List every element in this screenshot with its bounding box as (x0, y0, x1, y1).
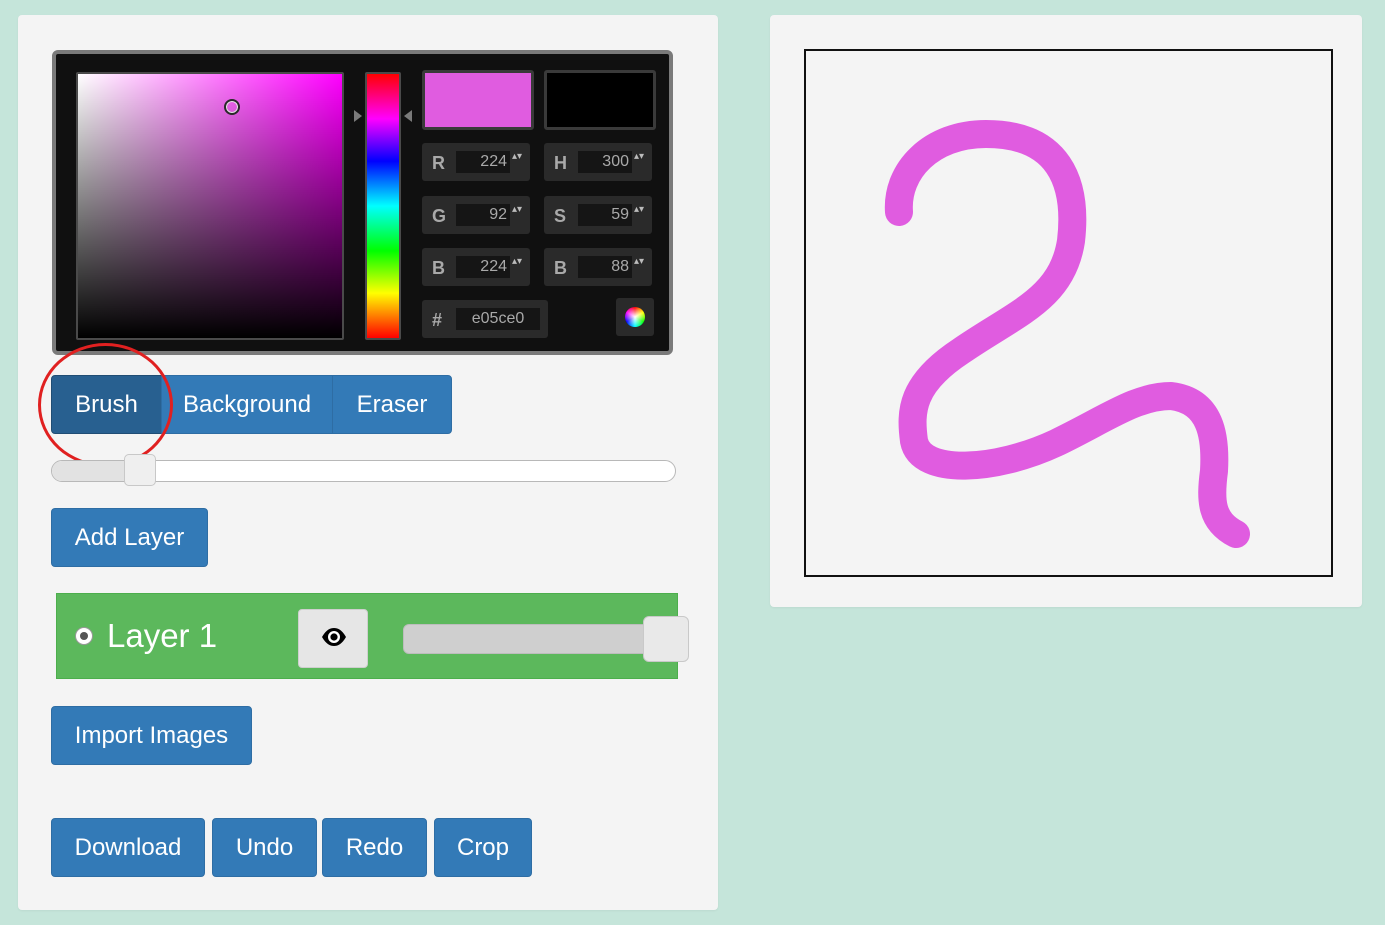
background-button[interactable]: Background (161, 375, 333, 434)
import-images-button[interactable]: Import Images (51, 706, 252, 765)
drawing-canvas[interactable] (804, 49, 1333, 577)
saturation-field: S 59 ▴▾ (544, 196, 652, 234)
color-wheel-button[interactable] (616, 298, 654, 336)
brush-stroke (884, 120, 1250, 548)
blue-field: B 224 ▴▾ (422, 248, 530, 286)
hue-spinner-icon[interactable]: ▴▾ (634, 151, 644, 162)
layer-name: Layer 1 (107, 617, 218, 654)
hue-slider[interactable] (365, 72, 401, 340)
eye-icon (322, 628, 346, 646)
brush-size-handle[interactable] (124, 454, 156, 486)
layer-opacity-handle[interactable] (643, 616, 689, 662)
crop-button[interactable]: Crop (434, 818, 532, 877)
green-input[interactable]: 92 (456, 204, 510, 226)
download-button[interactable]: Download (51, 818, 205, 877)
blue-label: B (432, 258, 445, 278)
brightness-field: B 88 ▴▾ (544, 248, 652, 286)
layer-visibility-button[interactable] (298, 609, 368, 668)
canvas-panel (770, 15, 1362, 607)
current-color-swatch[interactable] (544, 70, 656, 130)
brightness-input[interactable]: 88 (578, 256, 632, 278)
hex-field: # e05ce0 (422, 300, 548, 338)
saturation-spinner-icon[interactable]: ▴▾ (634, 204, 644, 215)
new-color-swatch (422, 70, 534, 130)
color-selector-cursor[interactable] (224, 99, 240, 115)
color-wheel-icon (625, 307, 645, 327)
red-input[interactable]: 224 (456, 151, 510, 173)
brush-button[interactable]: Brush (51, 375, 162, 434)
color-picker: R 224 ▴▾ G 92 ▴▾ B 224 ▴▾ H 300 ▴▾ S 59 … (52, 50, 673, 355)
saturation-input[interactable]: 59 (578, 204, 632, 226)
green-spinner-icon[interactable]: ▴▾ (512, 204, 522, 215)
radio-dot-icon (80, 632, 88, 640)
saturation-value-square[interactable] (76, 72, 344, 340)
undo-button[interactable]: Undo (212, 818, 317, 877)
red-label: R (432, 153, 445, 173)
blue-spinner-icon[interactable]: ▴▾ (512, 256, 522, 267)
red-spinner-icon[interactable]: ▴▾ (512, 151, 522, 162)
hue-indicator-left-icon (354, 110, 362, 122)
hue-input[interactable]: 300 (578, 151, 632, 173)
redo-button[interactable]: Redo (322, 818, 427, 877)
blue-input[interactable]: 224 (456, 256, 510, 278)
add-layer-button[interactable]: Add Layer (51, 508, 208, 567)
hex-label: # (432, 310, 443, 330)
layer-opacity-slider[interactable] (403, 624, 663, 654)
canvas-drawing (884, 120, 1250, 548)
brightness-spinner-icon[interactable]: ▴▾ (634, 256, 644, 267)
green-field: G 92 ▴▾ (422, 196, 530, 234)
green-label: G (432, 206, 447, 226)
brightness-label: B (554, 258, 567, 278)
hue-indicator-right-icon (404, 110, 412, 122)
hue-field: H 300 ▴▾ (544, 143, 652, 181)
red-field: R 224 ▴▾ (422, 143, 530, 181)
layer-select-radio[interactable] (75, 627, 93, 645)
layer-item[interactable]: Layer 1 (56, 593, 689, 679)
hue-label: H (554, 153, 567, 173)
hex-input[interactable]: e05ce0 (456, 308, 540, 330)
saturation-label: S (554, 206, 567, 226)
eraser-button[interactable]: Eraser (332, 375, 452, 434)
